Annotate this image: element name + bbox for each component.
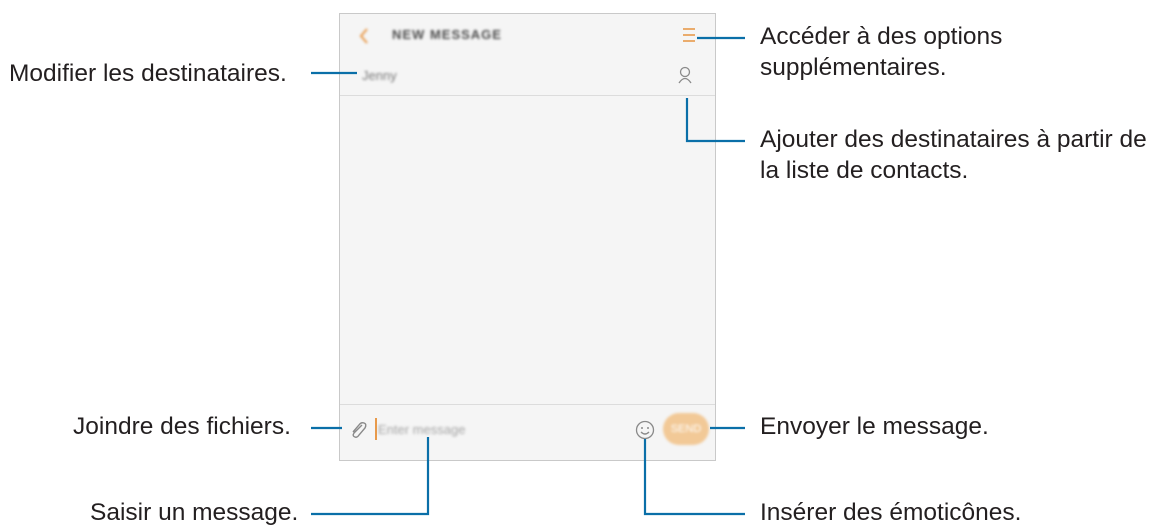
callout-add-from-contacts: Ajouter des destinataires à partir de la… <box>760 124 1147 186</box>
callout-more-options: Accéder à des options supplémentaires. <box>760 21 1002 83</box>
send-button[interactable]: SEND <box>663 413 709 445</box>
callout-send-message: Envoyer le message. <box>760 413 989 440</box>
smiley-icon[interactable] <box>634 419 656 441</box>
chevron-left-icon[interactable] <box>356 26 372 46</box>
callout-line: la liste de contacts. <box>760 157 969 184</box>
callout-line: Ajouter des destinataires à partir de <box>760 126 1147 153</box>
phone-screen: NEW MESSAGE Jenny SEND <box>339 13 716 461</box>
menu-icon[interactable] <box>681 26 697 44</box>
recipient-name[interactable]: Jenny <box>362 68 397 83</box>
callout-line: Accéder à des options <box>760 23 1003 50</box>
callout-line: supplémentaires. <box>760 54 947 81</box>
message-input[interactable] <box>378 418 578 440</box>
recipient-row[interactable]: Jenny <box>340 62 715 96</box>
screen-title: NEW MESSAGE <box>392 27 502 42</box>
callout-enter-message: Saisir un message. <box>90 499 299 526</box>
callout-edit-recipients: Modifier les destinataires. <box>9 60 287 87</box>
paperclip-icon[interactable] <box>347 419 369 441</box>
contact-person-icon[interactable] <box>676 65 694 85</box>
callout-insert-emoticons: Insérer des émoticônes. <box>760 499 1022 526</box>
text-cursor <box>375 418 377 440</box>
callout-attach-files: Joindre des fichiers. <box>73 413 291 440</box>
compose-bar: SEND <box>340 404 715 461</box>
